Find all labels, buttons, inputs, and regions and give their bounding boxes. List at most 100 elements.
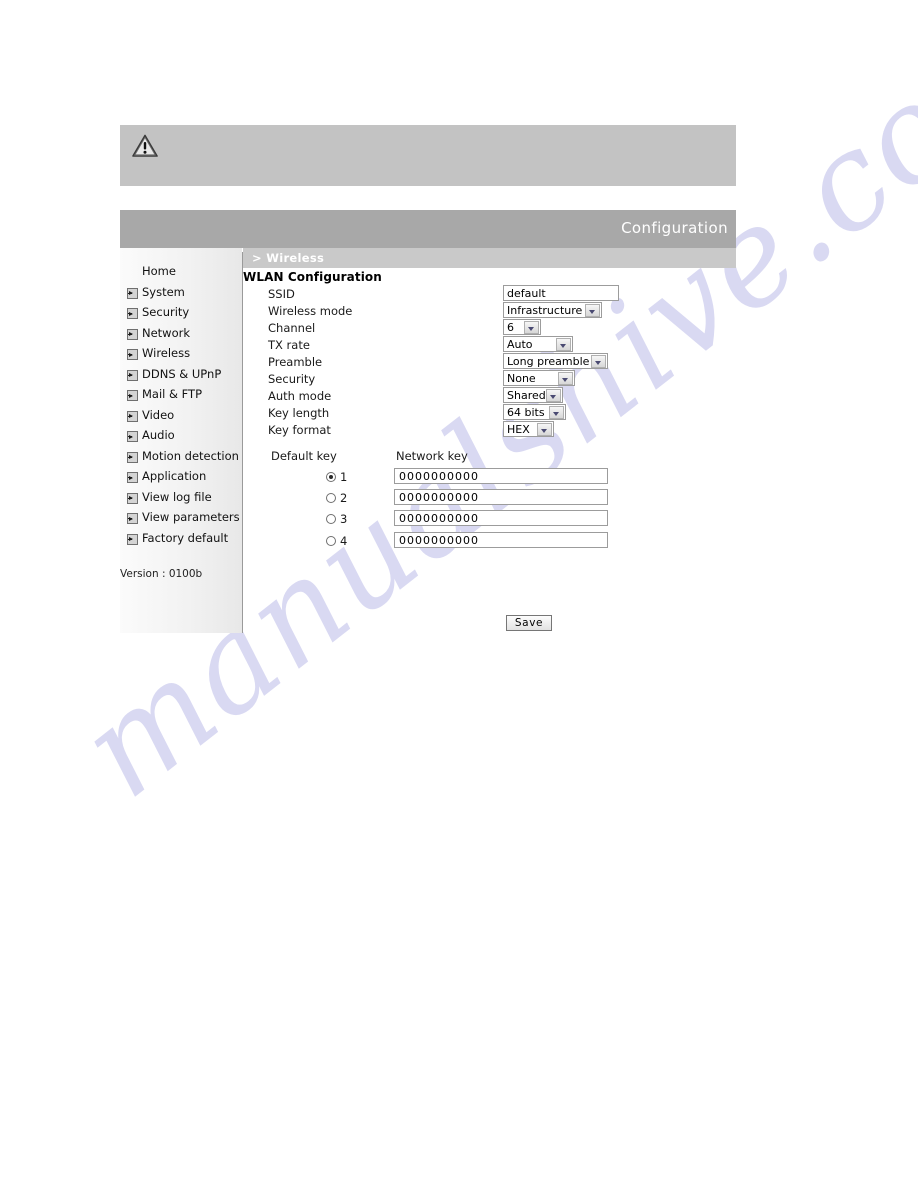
arrow-right-icon [127,390,138,401]
select-key-length[interactable]: 64 bits [503,404,566,420]
select-value-key-length: 64 bits [507,406,545,419]
label-security: Security [268,372,316,386]
chevron-down-icon[interactable] [591,355,606,368]
arrow-right-icon [127,410,138,422]
default-key-radio-3[interactable]: 3 [326,512,386,528]
default-key-radio-1[interactable]: 1 [326,470,386,486]
sidebar-item-label: View parameters [142,510,240,524]
sidebar-item-home[interactable]: Home [120,263,242,283]
breadcrumb-bar: > Wireless [243,248,736,268]
arrow-right-icon [127,431,138,442]
page-title: Configuration [621,219,728,237]
label-wireless-mode: Wireless mode [268,304,353,318]
radio-icon[interactable] [326,535,336,546]
sidebar-item-view-parameters[interactable]: View parameters [120,509,242,529]
sidebar-item-label: Audio [142,428,175,442]
sidebar-item-label: Factory default [142,530,229,545]
network-key-input-4[interactable]: 0000000000 [394,531,608,548]
sidebar-item-label: Wireless [142,346,191,360]
warning-triangle-icon [132,134,158,157]
sidebar-item-label: Mail & FTP [142,387,203,401]
radio-icon[interactable] [326,493,336,504]
default-key-radio-label: 3 [340,512,348,527]
select-value-security: None [507,372,536,385]
label-key-length: Key length [268,406,330,420]
arrow-right-icon [127,533,138,545]
configuration-header-bar: Configuration [120,210,736,248]
sidebar-item-motion-detection[interactable]: Motion detection [120,448,242,468]
warning-banner [120,125,736,186]
select-wireless-mode[interactable]: Infrastructure [503,302,602,318]
arrow-right-icon [127,472,138,483]
network-key-input-2[interactable]: 0000000000 [394,489,608,506]
sidebar-item-label: Application [142,469,207,483]
arrow-right-icon [127,513,138,524]
chevron-down-icon[interactable] [585,304,600,317]
radio-icon[interactable] [326,472,336,482]
sidebar-item-system[interactable]: System [120,284,242,304]
sidebar-item-wireless[interactable]: Wireless [120,345,242,365]
sidebar-item-label: DDNS & UPnP [142,366,222,381]
network-key-heading: Network key [396,449,468,463]
chevron-down-icon[interactable] [558,372,573,385]
default-key-radio-label: 4 [340,533,348,548]
save-button[interactable]: Save [506,615,552,631]
sidebar-item-security[interactable]: Security [120,304,242,324]
input-ssid[interactable]: default [503,285,619,301]
default-key-heading: Default key [271,449,337,463]
select-value-tx-rate: Auto [507,338,533,351]
sidebar-item-video[interactable]: Video [120,407,242,427]
network-key-input-1[interactable]: 0000000000 [394,468,608,484]
sidebar-item-application[interactable]: Application [120,468,242,488]
sidebar-item-ddns-upnp[interactable]: DDNS & UPnP [120,366,242,386]
version-label: Version : 0100b [120,568,203,580]
chevron-down-icon[interactable] [546,389,561,402]
select-value-channel: 6 [507,321,514,334]
network-key-input-3[interactable]: 0000000000 [394,510,608,527]
label-tx-rate: TX rate [268,338,310,352]
arrow-right-icon [127,451,138,463]
sidebar-item-label: Home [142,264,176,278]
sidebar-item-network[interactable]: Network [120,325,242,345]
page-root: Configuration > Wireless Home System Secur… [0,0,918,1188]
label-auth-mode: Auth mode [268,389,332,403]
arrow-right-icon [127,287,138,299]
arrow-right-icon [127,349,138,360]
select-tx-rate[interactable]: Auto [503,336,573,352]
sidebar-item-label: Network [142,325,191,340]
sidebar-item-audio[interactable]: Audio [120,427,242,447]
label-ssid: SSID [268,287,295,301]
select-value-wireless-mode: Infrastructure [507,304,583,317]
select-value-preamble: Long preamble [507,355,590,368]
default-key-radio-2[interactable]: 2 [326,491,386,507]
select-key-format[interactable]: HEX [503,421,554,437]
sidebar-item-label: Motion detection [142,448,239,463]
arrow-right-icon [127,328,138,340]
default-key-radio-label: 1 [340,470,348,484]
sidebar-item-label: View log file [142,489,212,504]
sidebar-item-view-log-file[interactable]: View log file [120,489,242,509]
label-key-format: Key format [268,423,331,437]
select-channel[interactable]: 6 [503,319,541,335]
sidebar-item-label: System [142,284,185,299]
arrow-right-icon [127,492,138,504]
breadcrumb: > Wireless [252,251,325,265]
select-preamble[interactable]: Long preamble [503,353,608,369]
sidebar-item-factory-default[interactable]: Factory default [120,530,242,550]
sidebar-item-label: Video [142,407,175,422]
label-preamble: Preamble [268,355,323,369]
default-key-radio-4[interactable]: 4 [326,534,386,550]
select-value-auth-mode: Shared [507,389,546,402]
sidebar-item-mail-ftp[interactable]: Mail & FTP [120,386,242,406]
select-auth-mode[interactable]: Shared [503,387,563,403]
form-title: WLAN Configuration [243,270,382,284]
select-value-key-format: HEX [507,423,530,436]
chevron-down-icon[interactable] [549,406,564,419]
chevron-down-icon[interactable] [556,338,571,351]
sidebar-divider [242,252,243,633]
label-channel: Channel [268,321,316,335]
chevron-down-icon[interactable] [524,321,539,334]
radio-icon[interactable] [326,514,336,525]
select-security[interactable]: None [503,370,575,386]
chevron-down-icon[interactable] [537,423,552,436]
